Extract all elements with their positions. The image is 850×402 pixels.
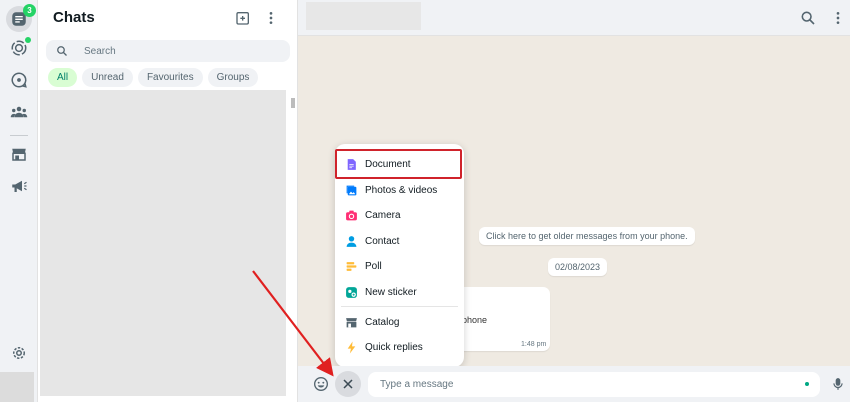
conversation-search-button[interactable] [799,9,817,27]
search-icon [57,46,67,56]
status-nav-button[interactable] [6,35,32,61]
menu-item-label: Catalog [365,316,400,328]
menu-item-label: Contact [365,235,400,247]
navigation-rail: 3 [0,0,38,402]
new-chat-icon [236,12,249,25]
search-input[interactable] [84,40,284,62]
unread-badge: 3 [23,4,36,17]
menu-item-document[interactable]: Document [335,152,464,176]
more-vertical-icon [269,12,273,24]
close-icon [343,379,353,389]
broadcast-nav-button[interactable] [6,173,32,199]
settings-icon [13,347,25,359]
menu-item-label: Document [365,158,411,170]
status-new-dot [25,37,31,43]
conversation-header [298,0,850,36]
channels-nav-button[interactable] [6,67,32,93]
menu-item-quick-replies[interactable]: Quick replies [335,335,464,359]
poll-icon [344,259,358,273]
document-icon [344,157,358,171]
filter-groups[interactable]: Groups [207,68,259,87]
close-attach-button[interactable] [335,371,361,397]
communities-nav-button[interactable] [6,99,32,125]
broadcast-icon [12,180,27,192]
catalog-icon [12,148,26,161]
chat-list-items-redacted[interactable] [40,90,286,396]
quick-replies-icon [344,340,358,354]
chat-list-menu-button[interactable] [262,9,280,27]
message-timestamp: 1:48 pm [521,341,547,348]
more-vertical-icon [836,12,840,24]
menu-item-poll[interactable]: Poll [335,254,464,278]
rail-divider [10,135,28,136]
filter-favourites[interactable]: Favourites [137,68,203,87]
menu-item-label: Photos & videos [365,184,438,196]
older-messages-notice[interactable]: Click here to get older messages from yo… [479,227,695,245]
search-icon [801,11,815,25]
sticker-icon [344,285,358,299]
profile-avatar[interactable] [0,372,34,402]
emoji-icon [314,377,328,391]
catalog-nav-button[interactable] [6,141,32,167]
menu-item-new-sticker[interactable]: New sticker [335,280,464,304]
attach-menu: Document Photos & videos Camera Contact … [335,144,464,367]
conversation-menu-button[interactable] [829,9,847,27]
chat-list-panel: Chats All Unread Favourites Groups [38,0,298,402]
chat-list-title: Chats [53,9,95,26]
menu-item-contact[interactable]: Contact [335,229,464,253]
input-status-dot [805,382,809,386]
chats-nav-button[interactable]: 3 [6,4,36,32]
channels-icon [11,72,27,88]
camera-icon [344,208,358,222]
message-input[interactable] [368,372,820,397]
communities-icon [10,106,28,118]
filter-chips: All Unread Favourites Groups [48,68,259,87]
settings-nav-button[interactable] [6,340,32,366]
new-chat-button[interactable] [234,9,252,27]
microphone-icon [833,378,843,390]
message-composer [298,366,850,402]
date-divider: 02/08/2023 [548,258,608,276]
filter-unread[interactable]: Unread [82,68,133,87]
contact-icon [344,234,358,248]
message-text: phone [462,315,488,325]
menu-item-photos-videos[interactable]: Photos & videos [335,178,464,202]
filter-all[interactable]: All [48,68,78,87]
menu-item-catalog[interactable]: Catalog [335,310,464,334]
menu-item-label: New sticker [365,286,417,298]
menu-separator [341,306,458,307]
voice-message-button[interactable] [830,375,846,393]
menu-item-label: Quick replies [365,341,423,353]
contact-info-redacted[interactable] [306,2,421,30]
emoji-button[interactable] [311,374,331,394]
photos-icon [344,183,358,197]
search-box[interactable] [46,40,290,62]
menu-item-label: Poll [365,260,382,272]
catalog-icon [344,315,358,329]
chat-list-scrollbar[interactable] [291,98,295,108]
menu-item-camera[interactable]: Camera [335,203,464,227]
menu-item-label: Camera [365,209,401,221]
